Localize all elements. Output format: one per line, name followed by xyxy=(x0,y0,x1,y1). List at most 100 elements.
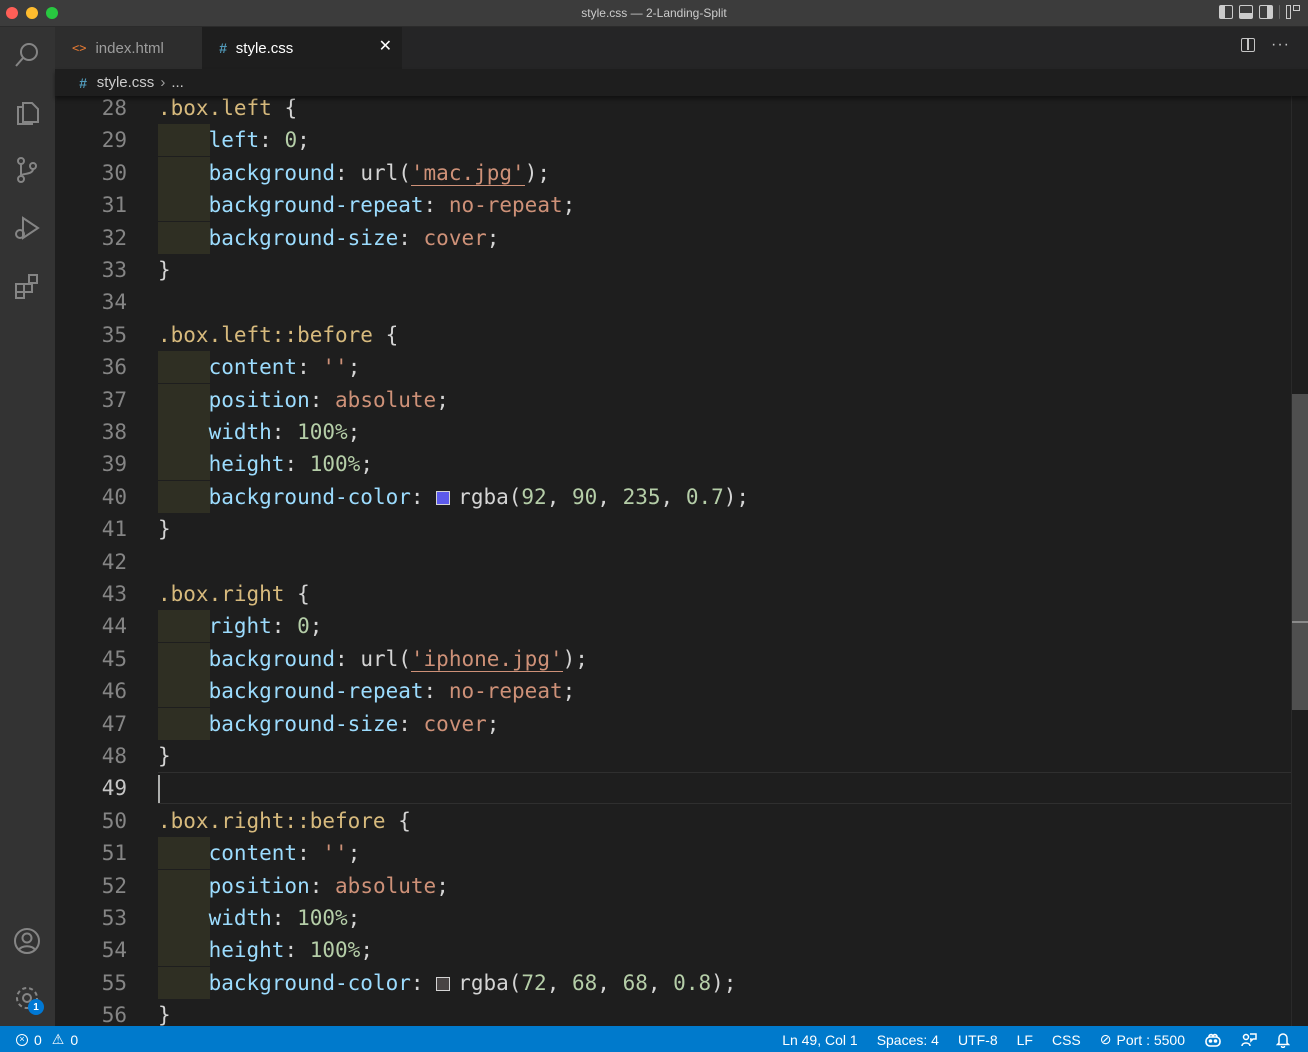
color-swatch[interactable] xyxy=(436,490,451,505)
color-swatch[interactable] xyxy=(436,976,451,991)
run-debug-icon[interactable] xyxy=(8,209,46,247)
code-text: .box.left { xyxy=(158,96,298,120)
code-editor[interactable]: 28 .box.left {29 left: 0; 30 background: u… xyxy=(55,96,1308,1026)
code-text: background-color: rgba(92, 90, 235, 0.7)… xyxy=(208,484,750,509)
code-line[interactable]: 48} xyxy=(55,740,1291,772)
toggle-panel-icon[interactable] xyxy=(1239,5,1253,19)
code-text: height: 100%; xyxy=(208,452,373,477)
line-number: 52 xyxy=(101,873,127,898)
code-line[interactable]: 32 background-size: cover; xyxy=(55,221,1291,254)
accounts-icon[interactable] xyxy=(8,922,46,960)
no-entry-icon: ⊘ xyxy=(1099,1031,1112,1047)
code-line[interactable]: 43 .box.right { xyxy=(55,578,1291,610)
breadcrumb-file[interactable]: style.css xyxy=(97,74,155,91)
code-text: background-size: cover; xyxy=(208,711,500,736)
code-line[interactable]: 33} xyxy=(55,254,1291,286)
code-line[interactable]: 31 background-repeat: no-repeat; xyxy=(55,189,1291,222)
code-line[interactable]: 41} xyxy=(55,513,1291,545)
tab-index-html[interactable]: <> index.html xyxy=(55,27,202,69)
explorer-icon[interactable] xyxy=(8,93,46,131)
code-line[interactable]: 45 background: url('iphone.jpg'); xyxy=(55,642,1291,675)
code-line[interactable]: 36 content: ''; xyxy=(55,351,1291,384)
problems-indicator[interactable]: × 0 ⚠ 0 xyxy=(16,1031,78,1048)
code-line[interactable]: 35 .box.left::before { xyxy=(55,319,1291,351)
line-number: 55 xyxy=(101,970,127,995)
line-number: 34 xyxy=(101,290,127,315)
code-line[interactable]: 51 content: ''; xyxy=(55,837,1291,870)
cursor-position[interactable]: Ln 49, Col 1 xyxy=(782,1032,858,1048)
code-text: content: ''; xyxy=(208,841,361,866)
code-text: background-color: rgba(72, 68, 68, 0.8); xyxy=(208,970,737,995)
code-text: background-repeat: no-repeat; xyxy=(208,679,576,704)
code-line[interactable]: 56} xyxy=(55,999,1291,1026)
warning-icon: ⚠ xyxy=(51,1031,65,1047)
scrollbar-thumb[interactable] xyxy=(1292,394,1308,710)
more-actions-icon[interactable]: ··· xyxy=(1271,37,1290,53)
code-line[interactable]: 44 right: 0; xyxy=(55,610,1291,643)
code-line[interactable]: 28 .box.left { xyxy=(55,96,1291,124)
copilot-icon[interactable] xyxy=(1204,1032,1222,1048)
code-line[interactable]: 29 left: 0; xyxy=(55,124,1291,157)
search-icon[interactable] xyxy=(8,36,46,74)
manage-gear-icon[interactable]: 1 xyxy=(8,979,46,1017)
feedback-icon[interactable] xyxy=(1241,1032,1257,1048)
code-text: } xyxy=(158,744,171,768)
code-text: } xyxy=(158,258,171,282)
code-text: } xyxy=(158,517,171,542)
code-line[interactable]: 46 background-repeat: no-repeat; xyxy=(55,675,1291,708)
breadcrumb-more[interactable]: ... xyxy=(171,74,184,91)
scrollbar-cursor-marker xyxy=(1292,621,1308,623)
css-file-icon: # xyxy=(219,40,227,56)
code-text: width: 100%; xyxy=(208,906,361,930)
code-line[interactable]: 49 xyxy=(55,772,1291,805)
code-line[interactable]: 54 height: 100%; xyxy=(55,934,1291,967)
extensions-icon[interactable] xyxy=(8,267,46,305)
customize-layout-icon[interactable] xyxy=(1286,5,1300,19)
code-text: .box.right { xyxy=(158,582,310,606)
line-number: 50 xyxy=(101,808,127,833)
code-line[interactable]: 30 background: url('mac.jpg'); xyxy=(55,156,1291,189)
notifications-bell-icon[interactable] xyxy=(1276,1032,1290,1048)
close-tab-icon[interactable]: ✕ xyxy=(379,39,392,55)
toggle-primary-sidebar-icon[interactable] xyxy=(1219,5,1233,19)
code-line[interactable]: 53 width: 100%; xyxy=(55,902,1291,934)
line-number: 49 xyxy=(101,776,127,801)
editor-actions: ··· xyxy=(1241,37,1290,53)
line-number: 33 xyxy=(101,258,127,282)
live-server-port[interactable]: ⊘ Port : 5500 xyxy=(1100,1031,1185,1048)
code-text: background-repeat: no-repeat; xyxy=(208,193,576,218)
language-mode[interactable]: CSS xyxy=(1052,1032,1081,1048)
code-line[interactable]: 50 .box.right::before { xyxy=(55,805,1291,837)
code-line[interactable]: 40 background-color: rgba(92, 90, 235, 0… xyxy=(55,480,1291,513)
layout-controls xyxy=(1219,5,1300,19)
current-line-highlight xyxy=(158,772,1291,805)
line-number: 39 xyxy=(101,452,127,477)
code-text: width: 100%; xyxy=(208,420,361,444)
encoding[interactable]: UTF-8 xyxy=(958,1032,998,1048)
code-text: } xyxy=(158,1003,171,1026)
split-editor-icon[interactable] xyxy=(1241,38,1256,52)
source-control-icon[interactable] xyxy=(8,151,46,189)
settings-badge: 1 xyxy=(28,999,44,1015)
code-line[interactable]: 52 position: absolute; xyxy=(55,869,1291,902)
tab-label: index.html xyxy=(95,39,164,57)
warning-count: 0 xyxy=(70,1031,79,1048)
end-of-line[interactable]: LF xyxy=(1017,1032,1033,1048)
code-line[interactable]: 37 position: absolute; xyxy=(55,383,1291,416)
vertical-scrollbar[interactable] xyxy=(1291,96,1308,1026)
line-number: 46 xyxy=(101,679,127,704)
code-line[interactable]: 55 background-color: rgba(72, 68, 68, 0.… xyxy=(55,966,1291,999)
toggle-secondary-sidebar-icon[interactable] xyxy=(1259,5,1273,19)
tab-style-css[interactable]: # style.css ✕ xyxy=(202,27,402,69)
line-number: 40 xyxy=(101,484,127,509)
code-line[interactable]: 38 width: 100%; xyxy=(55,416,1291,448)
code-line[interactable]: 42 xyxy=(55,546,1291,578)
code-line[interactable]: 39 height: 100%; xyxy=(55,448,1291,481)
code-line[interactable]: 47 background-size: cover; xyxy=(55,707,1291,740)
error-count: 0 xyxy=(34,1031,42,1048)
line-number: 31 xyxy=(101,193,127,218)
line-number: 38 xyxy=(101,420,127,444)
line-number: 43 xyxy=(101,582,127,606)
indentation[interactable]: Spaces: 4 xyxy=(877,1032,939,1048)
code-line[interactable]: 34 xyxy=(55,286,1291,318)
